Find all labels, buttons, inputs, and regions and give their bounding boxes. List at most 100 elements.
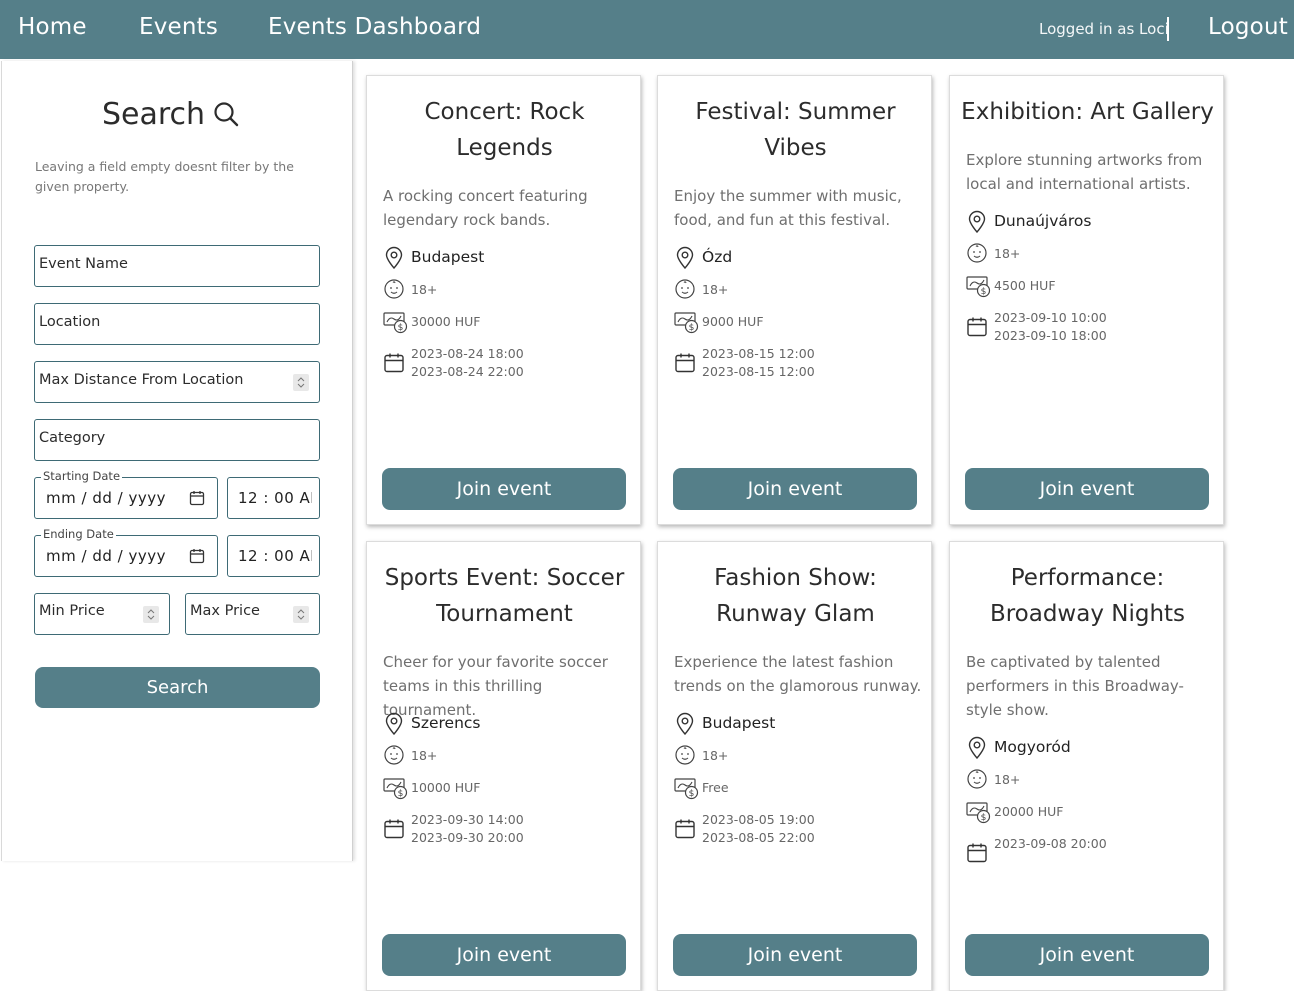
event-start-date: 2023-09-08 20:00 <box>994 836 1107 851</box>
event-price: $ 4500 HUF <box>966 272 1216 300</box>
map-pin-icon <box>385 246 403 270</box>
baby-face-icon <box>967 243 987 263</box>
ending-time-value: 12 : 00 AM <box>238 547 312 565</box>
number-spinner-icon[interactable] <box>293 374 309 391</box>
baby-face-icon <box>384 279 404 299</box>
nav-home-link[interactable]: Home <box>18 14 87 40</box>
event-dates-text: 2023-09-30 14:00 2023-09-30 20:00 <box>411 811 524 847</box>
join-event-button[interactable]: Join event <box>965 934 1209 976</box>
event-location-text: Mogyoród <box>994 738 1071 756</box>
event-price: $ Free <box>674 774 924 802</box>
event-start-date: 2023-09-10 10:00 <box>994 310 1107 325</box>
event-dates: 2023-09-30 14:00 2023-09-30 20:00 <box>383 812 633 845</box>
min-price-placeholder: Min Price <box>39 603 105 619</box>
event-dates: 2023-09-08 20:00 <box>966 836 1216 866</box>
starting-date-label: Starting Date <box>41 469 123 483</box>
calendar-icon <box>675 819 695 839</box>
event-start-date: 2023-09-30 14:00 <box>411 812 524 827</box>
search-hint: Leaving a field empty doesnt filter by t… <box>35 159 294 194</box>
nav-separator <box>1167 17 1169 41</box>
location-input[interactable]: Location <box>34 303 320 345</box>
event-description: A rocking concert featuring legendary ro… <box>383 187 588 229</box>
event-dates-text: 2023-08-15 12:00 2023-08-15 12:00 <box>702 345 815 381</box>
event-location: Mogyoród <box>966 734 1216 762</box>
starting-date-input[interactable]: Starting Date mm / dd / yyyy <box>34 469 218 519</box>
max-price-input[interactable]: Max Price <box>185 593 320 635</box>
event-title: Exhibition: Art Gallery <box>961 99 1214 125</box>
event-price-text: Free <box>702 780 729 795</box>
calendar-picker-icon[interactable] <box>189 548 205 564</box>
search-button[interactable]: Search <box>35 667 320 708</box>
map-pin-icon <box>385 712 403 736</box>
event-card: Fashion Show: Runway Glam Experience the… <box>657 541 932 991</box>
event-dates-text: 2023-08-05 19:00 2023-08-05 22:00 <box>702 811 815 847</box>
svg-text:$: $ <box>689 789 695 799</box>
calendar-icon <box>967 317 987 337</box>
event-price-text: 9000 HUF <box>702 314 764 329</box>
event-location-text: Dunaújváros <box>994 212 1092 230</box>
money-icon: $ <box>383 312 408 334</box>
event-card: Exhibition: Art Gallery Explore stunning… <box>949 75 1224 525</box>
join-event-button[interactable]: Join event <box>382 934 626 976</box>
search-sidebar: Search Leaving a field empty doesnt filt… <box>1 61 353 861</box>
join-event-button[interactable]: Join event <box>382 468 626 510</box>
event-age: 18+ <box>383 742 633 770</box>
event-location: Budapest <box>674 710 924 738</box>
event-end-date: 2023-08-24 22:00 <box>411 364 524 379</box>
event-description: Explore stunning artworks from local and… <box>966 151 1203 193</box>
money-icon: $ <box>966 276 991 298</box>
event-price: $ 30000 HUF <box>383 308 633 336</box>
starting-time-value: 12 : 00 AM <box>238 489 312 507</box>
event-end-date: 2023-09-30 20:00 <box>411 830 524 845</box>
map-pin-icon <box>968 736 986 760</box>
event-location-text: Ózd <box>702 248 733 266</box>
join-event-button[interactable]: Join event <box>673 468 917 510</box>
event-title: Festival: Summer Vibes <box>695 99 896 161</box>
event-card: Concert: Rock Legends A rocking concert … <box>366 75 641 525</box>
event-age-text: 18+ <box>411 748 438 763</box>
event-age: 18+ <box>674 276 924 304</box>
max-distance-placeholder: Max Distance From Location <box>39 372 244 388</box>
money-icon: $ <box>674 312 699 334</box>
svg-text:$: $ <box>981 287 987 297</box>
category-input[interactable]: Category <box>34 419 320 461</box>
ending-date-value: mm / dd / yyyy <box>46 547 166 565</box>
event-location-text: Szerencs <box>411 714 481 732</box>
event-description: Be captivated by talented performers in … <box>966 653 1184 719</box>
ending-time-input[interactable]: 12 : 00 AM <box>227 535 320 577</box>
starting-time-input[interactable]: 12 : 00 AM <box>227 477 320 519</box>
event-dates: 2023-08-15 12:00 2023-08-15 12:00 <box>674 346 924 379</box>
ending-date-label: Ending Date <box>41 527 116 541</box>
event-card: Festival: Summer Vibes Enjoy the summer … <box>657 75 932 525</box>
calendar-icon <box>384 353 404 373</box>
money-icon: $ <box>383 778 408 800</box>
calendar-picker-icon[interactable] <box>189 490 205 506</box>
join-event-button[interactable]: Join event <box>965 468 1209 510</box>
min-price-input[interactable]: Min Price <box>34 593 170 635</box>
event-start-date: 2023-08-05 19:00 <box>702 812 815 827</box>
baby-face-icon <box>675 279 695 299</box>
event-location: Budapest <box>383 244 633 272</box>
event-age: 18+ <box>674 742 924 770</box>
baby-face-icon <box>675 745 695 765</box>
event-description: Experience the latest fashion trends on … <box>674 653 922 695</box>
event-title: Fashion Show: Runway Glam <box>714 565 877 627</box>
nav-events-link[interactable]: Events <box>139 14 218 40</box>
calendar-icon <box>967 843 987 863</box>
map-pin-icon <box>968 210 986 234</box>
ending-date-input[interactable]: Ending Date mm / dd / yyyy <box>34 527 218 577</box>
join-event-button[interactable]: Join event <box>673 934 917 976</box>
logout-link[interactable]: Logout <box>1208 14 1288 40</box>
event-name-input[interactable]: Event Name <box>34 245 320 287</box>
map-pin-icon <box>676 246 694 270</box>
max-distance-input[interactable]: Max Distance From Location <box>34 361 320 403</box>
event-dates: 2023-08-24 18:00 2023-08-24 22:00 <box>383 346 633 379</box>
map-pin-icon <box>676 712 694 736</box>
number-spinner-icon[interactable] <box>293 606 309 623</box>
event-age-text: 18+ <box>994 246 1021 261</box>
number-spinner-icon[interactable] <box>143 606 159 623</box>
nav-dashboard-link[interactable]: Events Dashboard <box>268 14 481 40</box>
event-card: Sports Event: Soccer Tournament Cheer fo… <box>366 541 641 991</box>
event-age: 18+ <box>383 276 633 304</box>
starting-date-value: mm / dd / yyyy <box>46 489 166 507</box>
